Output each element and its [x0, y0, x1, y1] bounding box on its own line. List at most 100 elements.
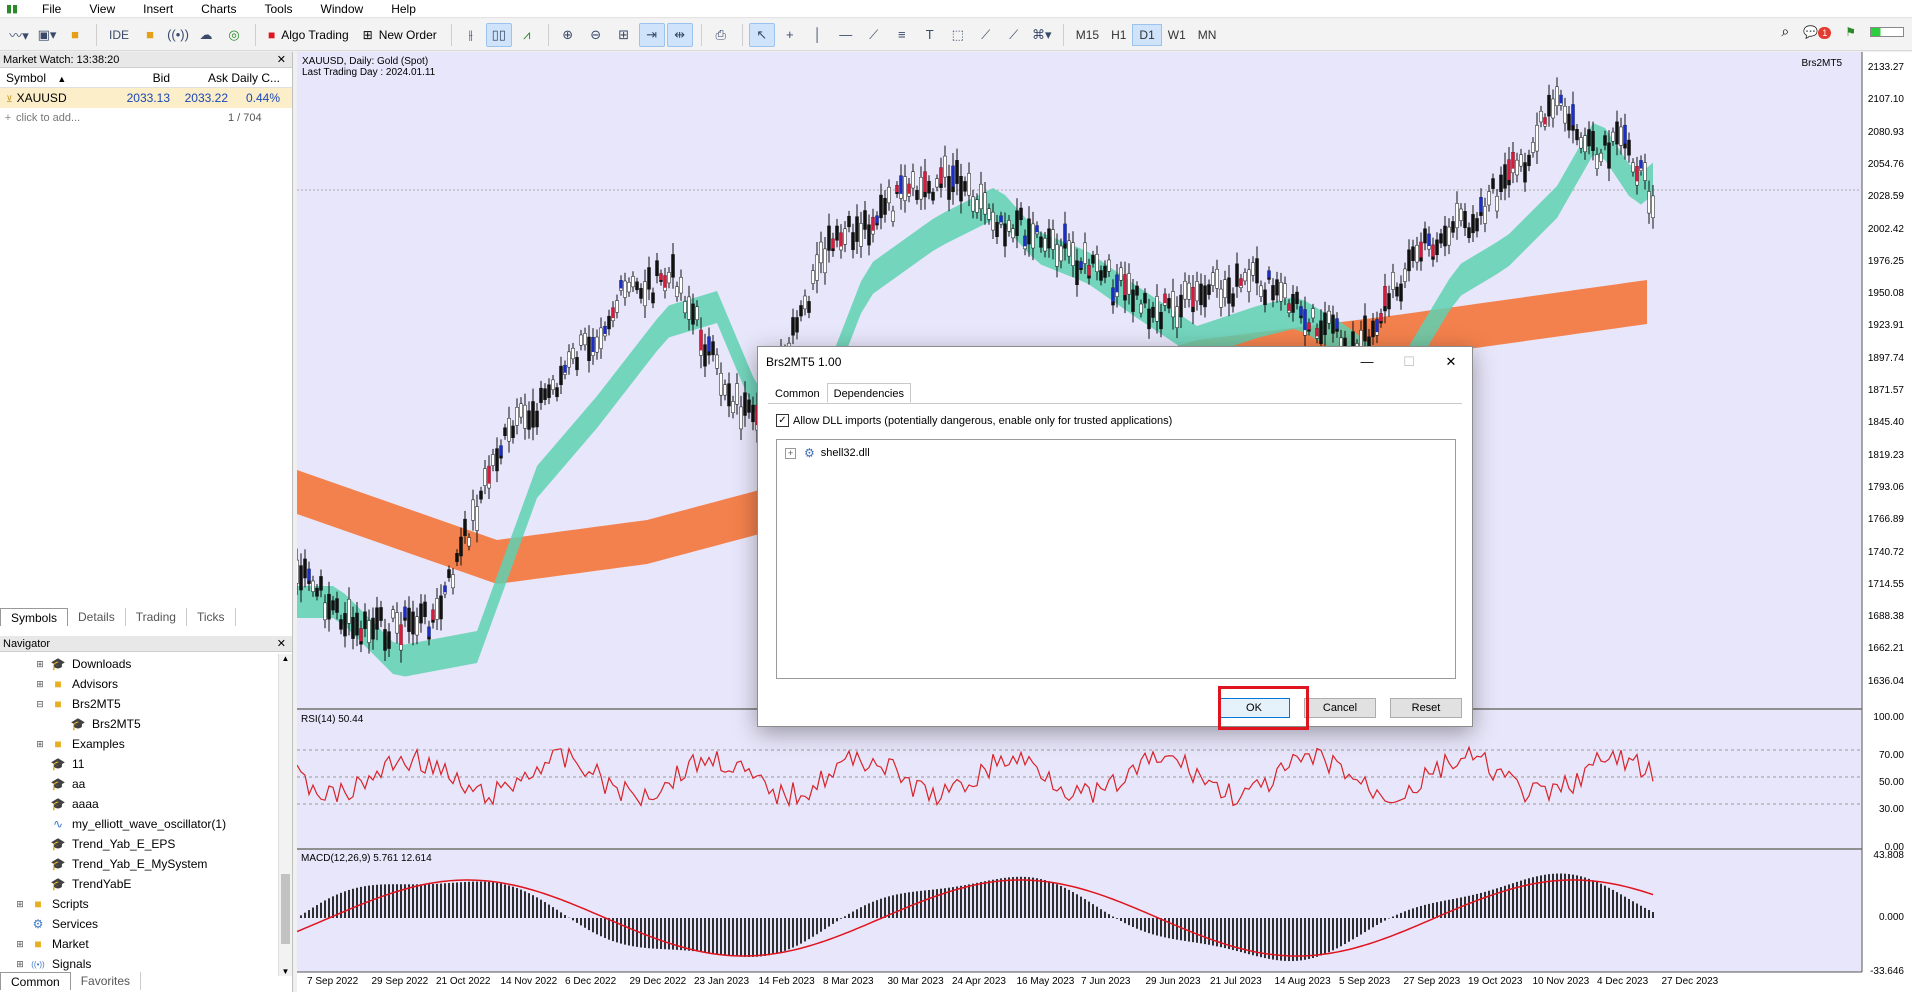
candle-body: [595, 336, 599, 353]
navigator-item[interactable]: ⊞ ■ Advisors: [0, 674, 292, 694]
tab-dependencies[interactable]: Dependencies: [826, 383, 911, 403]
candlestick-icon[interactable]: ▯▯: [485, 22, 512, 47]
menu-window[interactable]: Window: [307, 0, 378, 18]
dependencies-list[interactable]: + ⚙ shell32.dll: [776, 439, 1456, 679]
allow-dll-row[interactable]: ✓ Allow DLL imports (potentially dangero…: [776, 414, 1462, 427]
lock-icon[interactable]: ■: [137, 23, 163, 47]
column-daily-change[interactable]: Daily C...: [228, 71, 286, 85]
cursor-icon[interactable]: ↖: [748, 22, 775, 47]
navigator-item[interactable]: ⊟ ■ Brs2MT5: [0, 694, 292, 714]
scroll-down-icon[interactable]: ▼: [279, 967, 292, 976]
signal-icon[interactable]: ((•)): [165, 23, 191, 47]
navigator-item[interactable]: 🎓 Trend_Yab_E_MySystem: [0, 854, 292, 874]
menu-tools[interactable]: Tools: [251, 0, 307, 18]
timeframe-m15[interactable]: M15: [1070, 24, 1105, 46]
text-icon[interactable]: T: [917, 23, 943, 47]
cancel-button[interactable]: Cancel: [1304, 698, 1376, 718]
expand-icon[interactable]: ⊞: [34, 679, 46, 690]
column-ask[interactable]: Ask: [170, 71, 228, 85]
vertical-line-icon[interactable]: │: [805, 23, 831, 47]
connection-icon[interactable]: ⚑: [1845, 25, 1856, 39]
profiles-icon[interactable]: ▣▾: [34, 23, 60, 47]
maximize-icon[interactable]: ☐: [1402, 347, 1416, 377]
horizontal-line-icon[interactable]: —: [833, 23, 859, 47]
search-icon[interactable]: ⌕: [1781, 23, 1789, 40]
fibonacci-icon[interactable]: ⟋: [973, 23, 999, 47]
line-chart-icon[interactable]: ⩘: [514, 23, 540, 47]
tab-common[interactable]: Common: [768, 383, 827, 403]
navigator-item[interactable]: ⚙ Services: [0, 914, 292, 934]
trendline-icon[interactable]: ⟋: [861, 23, 887, 47]
new-chart-icon[interactable]: 〰▾: [6, 23, 32, 47]
navigator-item[interactable]: 🎓 aaaa: [0, 794, 292, 814]
close-icon[interactable]: ✕: [277, 52, 286, 68]
expand-icon[interactable]: ⊞: [14, 959, 26, 970]
menu-file[interactable]: File: [28, 0, 75, 18]
menu-charts[interactable]: Charts: [187, 0, 250, 18]
tab-trading[interactable]: Trading: [126, 608, 187, 626]
zoom-in-icon[interactable]: ⊕: [555, 23, 581, 47]
timeframe-d1[interactable]: D1: [1132, 23, 1162, 46]
timeframe-h1[interactable]: H1: [1105, 24, 1132, 46]
allow-dll-checkbox[interactable]: ✓: [776, 414, 789, 427]
menu-view[interactable]: View: [75, 0, 129, 18]
expand-icon[interactable]: +: [785, 447, 796, 459]
crosshair-icon[interactable]: +: [777, 23, 803, 47]
navigator-item[interactable]: 🎓 Brs2MT5: [0, 714, 292, 734]
grid-icon[interactable]: ⊞: [611, 23, 637, 47]
column-bid[interactable]: Bid: [115, 71, 170, 85]
navigator-item[interactable]: 🎓 Trend_Yab_E_EPS: [0, 834, 292, 854]
timeframe-w1[interactable]: W1: [1162, 24, 1192, 46]
expand-icon[interactable]: ⊞: [14, 899, 26, 910]
market-watch-icon[interactable]: ■: [62, 23, 88, 47]
pitchfork-icon[interactable]: ⟋: [1001, 23, 1027, 47]
menu-help[interactable]: Help: [377, 0, 430, 18]
chart-shift-icon[interactable]: ⇹: [666, 22, 693, 47]
tab-common[interactable]: Common: [0, 972, 71, 990]
minimize-icon[interactable]: —: [1360, 347, 1374, 377]
expand-icon[interactable]: ⊟: [34, 699, 46, 710]
shapes-icon[interactable]: ⌘▾: [1029, 23, 1055, 47]
tab-favorites[interactable]: Favorites: [71, 972, 142, 990]
expand-icon[interactable]: ⊞: [14, 939, 26, 950]
tab-ticks[interactable]: Ticks: [187, 608, 236, 626]
rectangle-icon[interactable]: ⬚: [945, 23, 971, 47]
market-watch-add-row[interactable]: + click to add... 1 / 704: [0, 108, 292, 128]
menu-insert[interactable]: Insert: [129, 0, 187, 18]
navigator-item[interactable]: 🎓 11: [0, 754, 292, 774]
navigator-item[interactable]: ⊞ 🎓 Downloads: [0, 654, 292, 674]
market-watch-row[interactable]: ⊻ XAUUSD 2033.13 2033.22 0.44%: [0, 88, 292, 108]
tab-symbols[interactable]: Symbols: [0, 608, 69, 626]
algo-trading-button[interactable]: ■ Algo Trading: [262, 23, 355, 47]
scroll-up-icon[interactable]: ▲: [279, 654, 292, 663]
navigator-item[interactable]: ⊞ ■ Examples: [0, 734, 292, 754]
navigator-scrollbar[interactable]: ▲ ▼: [278, 654, 292, 976]
column-symbol[interactable]: Symbol ▲: [0, 71, 115, 85]
screenshot-icon[interactable]: ⎙: [708, 23, 734, 47]
expand-icon[interactable]: ⊞: [34, 739, 46, 750]
notifications-icon[interactable]: 💬 1: [1803, 25, 1832, 39]
close-icon[interactable]: ✕: [277, 636, 286, 652]
navigator-item[interactable]: ⊞ ((•)) Signals: [0, 954, 292, 974]
expand-icon[interactable]: ⊞: [34, 659, 46, 670]
navigator-item[interactable]: ⊞ ■ Scripts: [0, 894, 292, 914]
channel-icon[interactable]: ≡: [889, 23, 915, 47]
candle-body: [1475, 218, 1479, 232]
timeframe-mn[interactable]: MN: [1192, 24, 1223, 46]
navigator-item[interactable]: 🎓 aa: [0, 774, 292, 794]
vps-icon[interactable]: ◎: [221, 23, 247, 47]
close-icon[interactable]: ✕: [1444, 347, 1458, 377]
ide-button[interactable]: IDE: [103, 23, 135, 47]
zoom-out-icon[interactable]: ⊖: [583, 23, 609, 47]
auto-scroll-icon[interactable]: ⇥: [638, 22, 665, 47]
navigator-item[interactable]: ∿ my_elliott_wave_oscillator(1): [0, 814, 292, 834]
navigator-item[interactable]: 🎓 TrendYabE: [0, 874, 292, 894]
reset-button[interactable]: Reset: [1390, 698, 1462, 718]
dependency-item[interactable]: + ⚙ shell32.dll: [785, 446, 1455, 460]
new-order-button[interactable]: ⊞ New Order: [357, 23, 443, 47]
cloud-icon[interactable]: ☁: [193, 23, 219, 47]
navigator-item[interactable]: ⊞ ■ Market: [0, 934, 292, 954]
tab-details[interactable]: Details: [68, 608, 126, 626]
bar-chart-icon[interactable]: ⫲: [458, 23, 484, 47]
scroll-thumb[interactable]: [281, 874, 290, 944]
